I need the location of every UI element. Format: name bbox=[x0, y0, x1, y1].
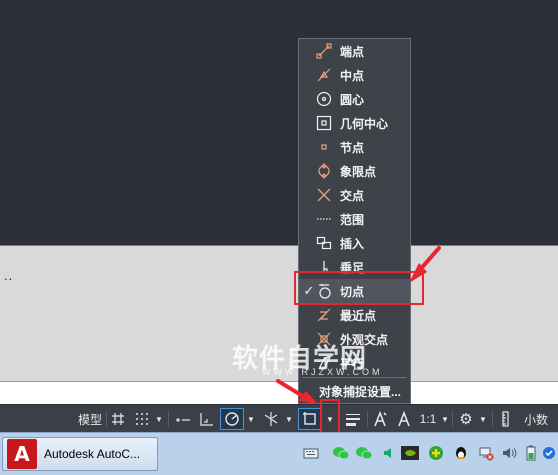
keyboard-icon[interactable] bbox=[302, 444, 320, 462]
arrow-to-tangent-item bbox=[409, 246, 441, 283]
autocad-logo-letter: A bbox=[14, 442, 30, 466]
security-plus-icon[interactable] bbox=[427, 444, 445, 462]
speaker-icon[interactable] bbox=[500, 444, 518, 462]
taskbar-app-label: Autodesk AutoC... bbox=[44, 447, 141, 461]
annotation-arrows bbox=[276, 246, 441, 404]
battery-icon[interactable] bbox=[522, 444, 540, 462]
wechat-icon[interactable] bbox=[332, 444, 350, 462]
nvidia-icon[interactable] bbox=[401, 444, 419, 462]
arrow-to-snap-dropdown bbox=[276, 379, 318, 404]
windows-taskbar: A Autodesk AutoC... bbox=[0, 432, 558, 475]
watermark-url: WWW.RJZXW.COM bbox=[262, 367, 383, 377]
network-disconnected-icon[interactable] bbox=[477, 444, 495, 462]
antivirus-icon[interactable] bbox=[540, 444, 558, 462]
volume-icon[interactable] bbox=[380, 444, 398, 462]
taskbar-autocad-button[interactable]: A Autodesk AutoC... bbox=[2, 437, 158, 471]
qq-penguin-icon[interactable] bbox=[452, 444, 470, 462]
wechat-icon[interactable] bbox=[355, 444, 373, 462]
autocad-logo-icon: A bbox=[7, 439, 37, 469]
